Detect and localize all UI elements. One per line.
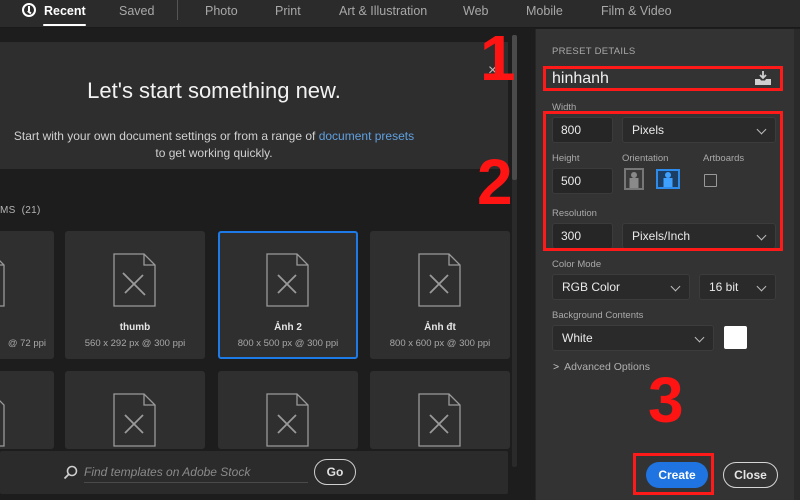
- recent-item-card[interactable]: [218, 371, 358, 449]
- save-preset-icon[interactable]: [754, 70, 772, 86]
- recent-item-card[interactable]: [65, 371, 205, 449]
- adobe-stock-search-bar: Go: [0, 451, 508, 494]
- scrollbar[interactable]: [512, 35, 517, 467]
- background-color-swatch[interactable]: [724, 326, 747, 349]
- tab-divider: [177, 0, 178, 20]
- chevron-down-icon: [756, 281, 767, 292]
- preset-details-panel: PRESET DETAILS Width Pixels Height Orien…: [535, 29, 800, 500]
- document-icon: [0, 260, 5, 307]
- item-name: d: [0, 322, 54, 333]
- clock-icon: [22, 3, 36, 17]
- category-tab-bar: Recent Saved Photo Print Art & Illustrat…: [0, 0, 800, 28]
- tab-mobile[interactable]: Mobile: [526, 0, 563, 28]
- tab-photo[interactable]: Photo: [205, 0, 238, 28]
- portrait-orientation-button[interactable]: [624, 168, 644, 190]
- width-input[interactable]: [552, 117, 613, 143]
- recent-item-card[interactable]: [0, 371, 54, 449]
- person-icon-body: [663, 178, 673, 187]
- resolution-unit-select[interactable]: Pixels/Inch: [622, 223, 776, 249]
- chevron-right-icon: >: [553, 361, 560, 373]
- tab-saved[interactable]: Saved: [119, 0, 154, 28]
- item-name: Ảnh đt: [424, 322, 456, 333]
- banner-subtitle-text-2: to get working quickly.: [155, 146, 273, 160]
- document-presets-link[interactable]: document presets: [319, 129, 414, 143]
- document-icon: [418, 253, 461, 307]
- search-input[interactable]: [84, 461, 308, 483]
- panel-scroll-edge: [794, 29, 800, 500]
- tab-art-illustration[interactable]: Art & Illustration: [339, 0, 427, 28]
- background-contents-select[interactable]: White: [552, 325, 714, 351]
- recent-item-card[interactable]: Ảnh đt 800 x 600 px @ 300 ppi: [370, 231, 510, 359]
- document-icon: [0, 400, 5, 447]
- item-dimensions: 800 x 500 px @ 300 ppi: [237, 338, 339, 349]
- recent-count: (21): [21, 205, 41, 216]
- artboards-checkbox[interactable]: [704, 174, 717, 187]
- close-button[interactable]: Close: [723, 462, 778, 488]
- color-mode-value: RGB Color: [562, 280, 621, 294]
- tab-film-video[interactable]: Film & Video: [601, 0, 672, 28]
- landscape-orientation-button[interactable]: [656, 169, 680, 189]
- orientation-label: Orientation: [622, 153, 669, 164]
- recent-items-label: MS (21): [0, 205, 41, 216]
- tab-recent[interactable]: Recent: [22, 0, 86, 28]
- chevron-down-icon: [756, 124, 767, 135]
- banner-title: Let's start something new.: [87, 78, 341, 103]
- document-icon: [113, 393, 156, 447]
- color-mode-label: Color Mode: [552, 259, 602, 270]
- width-label: Width: [552, 102, 577, 113]
- recent-item-card[interactable]: thumb 560 x 292 px @ 300 ppi: [65, 231, 205, 359]
- advanced-options-toggle[interactable]: > Advanced Options: [553, 361, 650, 373]
- artboards-label: Artboards: [703, 153, 745, 164]
- resolution-input[interactable]: [552, 223, 613, 249]
- recent-item-card[interactable]: d @ 72 ppi: [0, 231, 54, 359]
- height-input[interactable]: [552, 168, 613, 194]
- go-button[interactable]: Go: [314, 459, 356, 485]
- recent-item-card[interactable]: [370, 371, 510, 449]
- recent-item-card-selected[interactable]: Ảnh 2 800 x 500 px @ 300 ppi: [218, 231, 358, 359]
- width-unit-value: Pixels: [632, 123, 665, 137]
- background-contents-value: White: [562, 331, 593, 345]
- tab-print[interactable]: Print: [275, 0, 301, 28]
- document-icon: [266, 393, 309, 447]
- background-contents-label: Background Contents: [552, 310, 644, 321]
- item-name: Ảnh 2: [274, 322, 302, 333]
- document-icon: [418, 393, 461, 447]
- color-mode-select[interactable]: RGB Color: [552, 274, 690, 300]
- person-icon-body: [629, 178, 639, 188]
- bit-depth-select[interactable]: 16 bit: [699, 274, 776, 300]
- chevron-down-icon: [670, 281, 681, 292]
- new-document-dialog: Recent Saved Photo Print Art & Illustrat…: [0, 0, 800, 500]
- close-icon[interactable]: ×: [488, 63, 497, 79]
- search-icon: [63, 465, 78, 480]
- tab-label: Recent: [44, 4, 86, 18]
- advanced-options-label: Advanced Options: [564, 361, 650, 373]
- create-button[interactable]: Create: [646, 462, 708, 488]
- recent-label-text: MS: [0, 205, 16, 216]
- item-name: thumb: [119, 322, 151, 333]
- resolution-label: Resolution: [552, 208, 597, 219]
- tab-web[interactable]: Web: [463, 0, 488, 28]
- scrollbar-thumb[interactable]: [512, 35, 517, 180]
- preset-name-input[interactable]: [550, 68, 778, 90]
- banner-subtitle-text: Start with your own document settings or…: [13, 129, 319, 143]
- chevron-down-icon: [694, 332, 705, 343]
- item-dimensions: 800 x 600 px @ 300 ppi: [389, 338, 491, 349]
- preset-details-title: PRESET DETAILS: [552, 46, 636, 57]
- chevron-down-icon: [756, 230, 767, 241]
- banner-subtitle: Start with your own document settings or…: [0, 128, 428, 162]
- resolution-unit-value: Pixels/Inch: [632, 229, 691, 243]
- height-label: Height: [552, 153, 580, 164]
- bit-depth-value: 16 bit: [709, 280, 739, 294]
- document-icon: [266, 253, 309, 307]
- item-dimensions: @ 72 ppi: [7, 338, 46, 349]
- width-unit-select[interactable]: Pixels: [622, 117, 776, 143]
- document-icon: [113, 253, 156, 307]
- welcome-banner: Let's start something new. Start with yo…: [0, 42, 508, 169]
- item-dimensions: 560 x 292 px @ 300 ppi: [84, 338, 186, 349]
- recent-documents-area: Let's start something new. Start with yo…: [0, 29, 530, 500]
